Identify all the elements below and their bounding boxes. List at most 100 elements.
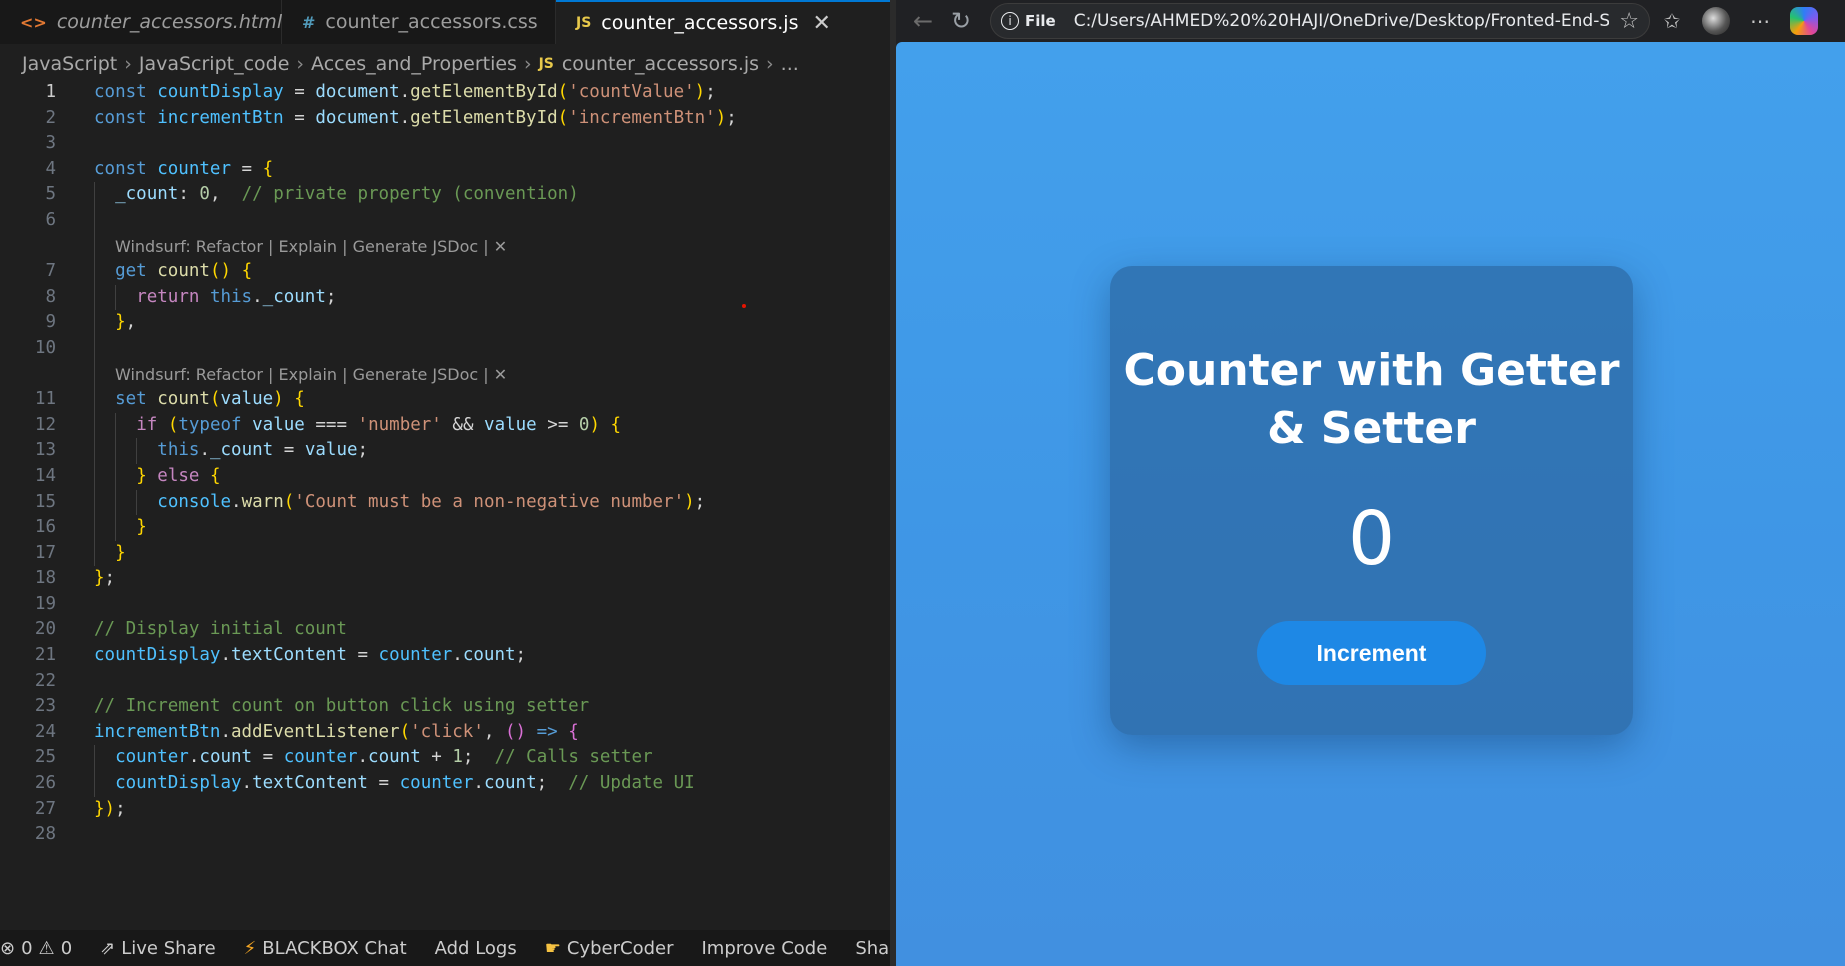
code-line[interactable]: 7 get count() { (0, 259, 890, 285)
warning-count: 0 (60, 937, 73, 959)
code-line[interactable]: 12 if (typeof value === 'number' && valu… (0, 412, 890, 439)
codelens-actions[interactable]: Windsurf: Refactor | Explain | Generate … (0, 361, 890, 388)
status-label: Share Code Li (855, 937, 890, 959)
add-logs-button[interactable]: Add Logs (435, 938, 517, 959)
star-icon[interactable]: ☆ (1619, 9, 1639, 34)
back-arrow-icon[interactable]: ← (904, 2, 942, 40)
improve-code-button[interactable]: Improve Code (701, 938, 827, 959)
browser-toolbar: ← ↻ i File C:/Users/AHMED%20%20HAJI/OneD… (896, 0, 1845, 42)
code-line[interactable]: 11 set count(value) { (0, 387, 890, 413)
info-icon[interactable]: i (1001, 12, 1019, 30)
url-text[interactable]: C:/Users/AHMED%20%20HAJI/OneDrive/Deskto… (1074, 11, 1610, 31)
error-count: 0 (21, 937, 33, 959)
code-line[interactable]: 25 counter.count = counter.count + 1; //… (0, 745, 890, 772)
code-line[interactable]: 2 const incrementBtn = document.getElemen… (0, 106, 890, 132)
code-line[interactable]: 14 } else { (0, 463, 890, 490)
code-editor: <> counter_accessors.html # counter_acce… (0, 0, 890, 966)
code-text: } else { (136, 465, 221, 486)
code-line[interactable]: 5 _count: 0, // private property (conven… (0, 182, 890, 208)
modified-indicator (742, 304, 746, 308)
breadcrumb-item[interactable]: ... (781, 53, 799, 75)
code-text: incrementBtn.addEventListener('click', (… (94, 721, 579, 742)
share-code-button[interactable]: Share Code Li (855, 938, 890, 959)
line-number: 25 (34, 747, 56, 768)
status-label: BLACKBOX Chat (262, 937, 407, 959)
indent-guide (94, 361, 95, 388)
code-line[interactable]: 17 } (0, 540, 890, 567)
code-line[interactable]: 22 (0, 669, 890, 695)
js-file-icon: JS (538, 56, 554, 72)
line-number: 8 (45, 286, 56, 307)
error-icon: ⊗ (0, 937, 16, 959)
line-number: 13 (34, 440, 56, 461)
indent-guide (94, 335, 95, 362)
more-options-icon[interactable]: ⋯ (1738, 2, 1782, 40)
code-line[interactable]: 4 const counter = { (0, 157, 890, 183)
chevron-right-icon: › (124, 53, 132, 75)
code-text: } (136, 517, 147, 538)
breadcrumb-item[interactable]: Acces_and_Properties (311, 53, 517, 75)
code-text: const incrementBtn = document.getElement… (94, 107, 737, 128)
code-line[interactable]: 3 (0, 131, 890, 157)
tab-label: counter_accessors.html (56, 11, 283, 33)
line-number: 22 (34, 670, 56, 691)
code-text: }, (115, 312, 137, 333)
html-file-icon: <> (20, 12, 47, 32)
blackbox-chat-button[interactable]: ⚡ BLACKBOX Chat (244, 938, 407, 959)
page-title: Counter with Getter & Setter (1123, 345, 1620, 454)
code-line[interactable]: 13 this._count = value; (0, 438, 890, 464)
code-line[interactable]: 26 countDisplay.textContent = counter.co… (0, 771, 890, 797)
code-line[interactable]: 15 console.warn('Count must be a non-neg… (0, 489, 890, 516)
codelens-text[interactable]: Windsurf: Refactor | Explain | Generate … (115, 234, 507, 260)
cybercoder-button[interactable]: ☛ CyberCoder (545, 938, 674, 959)
breadcrumb-item[interactable]: counter_accessors.js (562, 53, 759, 75)
tab-html-file[interactable]: <> counter_accessors.html (0, 0, 282, 44)
count-value: 0 (1347, 496, 1396, 582)
copilot-icon (1790, 7, 1818, 35)
code-line[interactable]: 19 (0, 592, 890, 618)
breadcrumb-item[interactable]: JavaScript_code (139, 53, 290, 75)
profile-button[interactable] (1694, 2, 1738, 40)
css-file-icon: # (302, 12, 316, 32)
code-line[interactable]: 21 countDisplay.textContent = counter.cou… (0, 643, 890, 669)
code-line[interactable]: 18}; (0, 566, 890, 592)
status-label: Improve Code (701, 937, 828, 959)
chevron-right-icon: › (296, 53, 305, 75)
increment-button[interactable]: Increment (1257, 621, 1486, 685)
tab-js-file[interactable]: JS counter_accessors.js ✕ (556, 0, 890, 44)
code-line[interactable]: 20 // Display initial count (0, 617, 890, 643)
code-text: // Increment count on button click using… (94, 696, 590, 717)
file-scheme-label: File (1025, 12, 1056, 30)
favorites-icon[interactable]: ✩ (1650, 2, 1694, 40)
code-line[interactable]: 10 (0, 335, 890, 362)
code-line[interactable]: 8 return this._count; (0, 284, 890, 311)
line-number: 21 (34, 645, 56, 666)
problems-indicator[interactable]: ⊗ 0 ⚠ 0 (0, 938, 72, 959)
breadcrumb-item[interactable]: JavaScript (22, 53, 117, 75)
code-line[interactable]: 24 incrementBtn.addEventListener('click',… (0, 720, 890, 746)
code-area[interactable]: 1 const countDisplay = document.getElemen… (0, 80, 890, 848)
code-text: set count(value) { (115, 389, 305, 410)
code-line[interactable]: 6 (0, 207, 890, 234)
code-line[interactable]: 23 // Increment count on button click usi… (0, 694, 890, 720)
codelens-actions[interactable]: Windsurf: Refactor | Explain | Generate … (0, 233, 890, 260)
tab-css-file[interactable]: # counter_accessors.css (282, 0, 556, 44)
code-line[interactable]: 28 (0, 822, 890, 848)
code-text: }); (94, 798, 126, 819)
close-tab-icon[interactable]: ✕ (812, 11, 830, 36)
code-line[interactable]: 1 const countDisplay = document.getElemen… (0, 80, 890, 106)
code-line[interactable]: 27}); (0, 797, 890, 823)
indent-guide (94, 233, 95, 260)
copilot-button[interactable] (1782, 2, 1826, 40)
address-bar[interactable]: i File C:/Users/AHMED%20%20HAJI/OneDrive… (990, 3, 1650, 39)
line-number: 27 (34, 798, 56, 819)
line-number: 7 (45, 261, 56, 282)
code-text: counter.count = counter.count + 1; // Ca… (115, 747, 653, 768)
code-text: countDisplay.textContent = counter.count… (94, 645, 527, 666)
refresh-icon[interactable]: ↻ (942, 2, 980, 40)
breadcrumb: JavaScript › JavaScript_code › Acces_and… (0, 44, 890, 84)
codelens-text[interactable]: Windsurf: Refactor | Explain | Generate … (115, 362, 507, 388)
code-line[interactable]: 16 } (0, 515, 890, 541)
code-line[interactable]: 9 }, (0, 310, 890, 336)
live-share-button[interactable]: ⇗ Live Share (100, 938, 216, 959)
